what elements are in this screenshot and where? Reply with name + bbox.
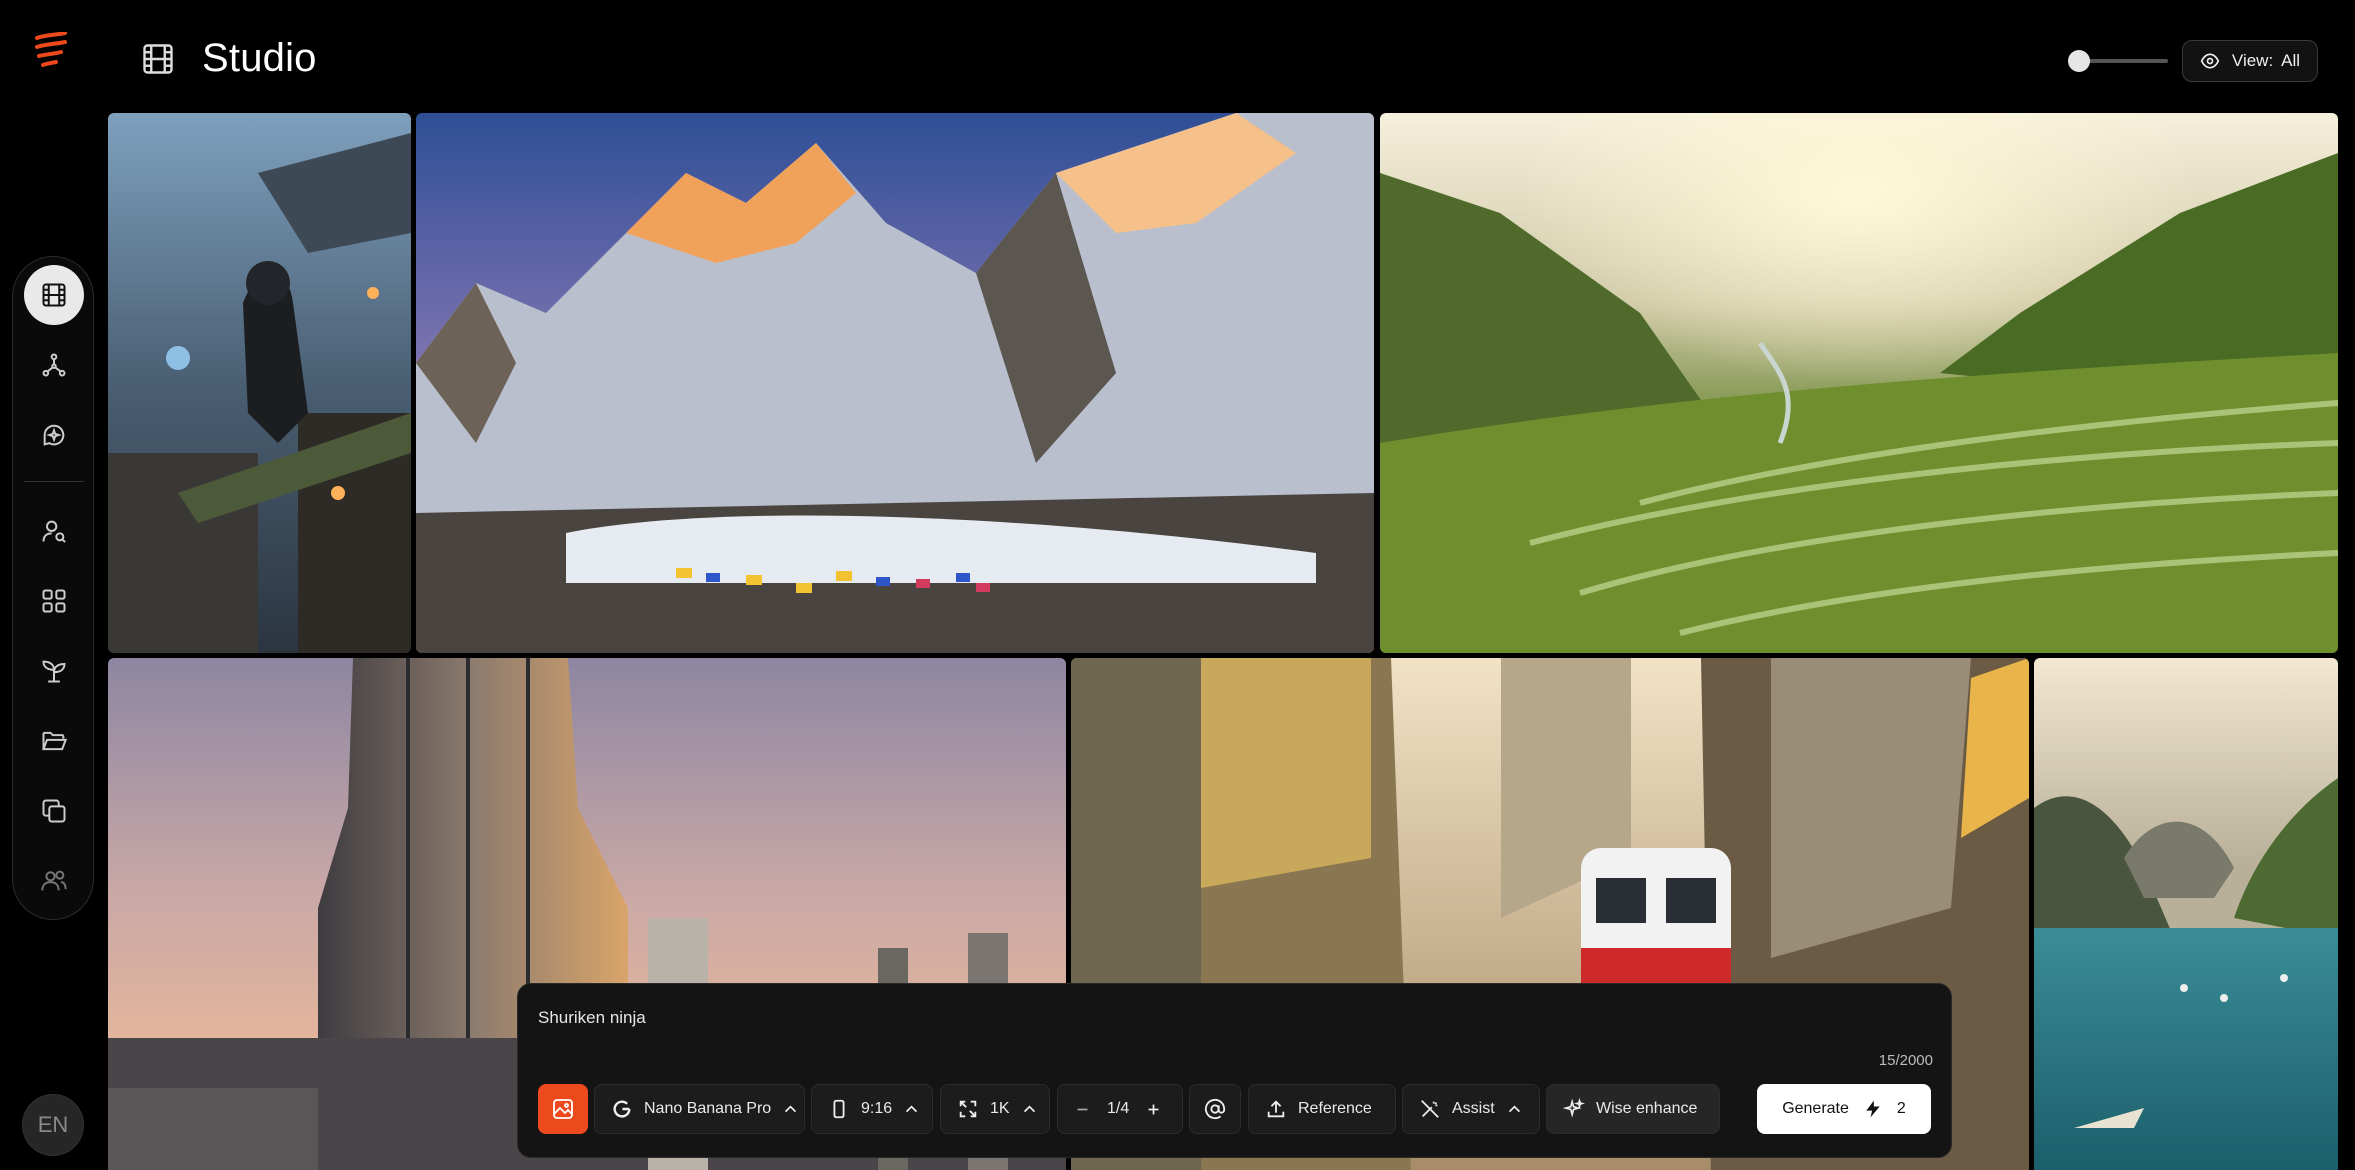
model-selector[interactable]: Nano Banana Pro — [594, 1084, 805, 1134]
film-icon — [143, 43, 173, 74]
mention-button[interactable] — [1189, 1084, 1241, 1134]
image-count-stepper: 1/4 — [1057, 1084, 1183, 1134]
composer-toolbar: Nano Banana Pro 9:16 1K 1/4 Reference As… — [538, 1084, 1931, 1134]
chevron-up-icon — [1508, 1104, 1520, 1112]
upload-icon — [1267, 1100, 1285, 1118]
page-title: Studio — [202, 36, 317, 80]
chevron-up-icon — [906, 1104, 918, 1112]
sidebar-item-people-search[interactable] — [24, 501, 84, 561]
sidebar-divider — [24, 481, 84, 482]
chevron-up-icon — [785, 1104, 797, 1112]
workflow-icon — [42, 353, 66, 377]
view-filter-button[interactable]: View: All — [2182, 40, 2318, 82]
chevron-up-icon — [1023, 1104, 1035, 1112]
reference-button[interactable]: Reference — [1248, 1084, 1396, 1134]
zoom-slider[interactable] — [2068, 50, 2168, 72]
sidebar-item-team[interactable] — [24, 851, 84, 911]
wise-enhance-label: Wise enhance — [1596, 1100, 1698, 1117]
page-header: Studio — [140, 36, 317, 81]
generate-button[interactable]: Generate 2 — [1757, 1084, 1931, 1134]
folder-open-icon — [42, 731, 68, 751]
sidebar-item-apps[interactable] — [24, 571, 84, 631]
zoom-slider-thumb[interactable] — [2068, 50, 2090, 72]
lightning-icon — [1866, 1100, 1880, 1118]
eye-icon — [2200, 53, 2220, 69]
at-sign-icon — [1204, 1098, 1226, 1120]
copy-layers-icon — [42, 799, 66, 823]
aspect-ratio-selector[interactable]: 9:16 — [811, 1084, 933, 1134]
sidebar-item-folders[interactable] — [24, 711, 84, 771]
sidebar — [12, 256, 94, 920]
image-upload-button[interactable] — [538, 1084, 588, 1134]
resolution-label: 1K — [990, 1100, 1010, 1117]
lagoon-image — [2034, 658, 2338, 1170]
users-icon — [41, 870, 67, 891]
sidebar-item-workflow[interactable] — [24, 335, 84, 395]
sprout-icon — [42, 660, 66, 683]
image-count-value: 1/4 — [1107, 1100, 1130, 1117]
resolution-selector[interactable]: 1K — [940, 1084, 1050, 1134]
sidebar-item-copies[interactable] — [24, 781, 84, 841]
phone-portrait-icon — [833, 1099, 845, 1119]
view-filter-label: View: — [2231, 51, 2274, 70]
magic-wand-off-icon — [1421, 1100, 1439, 1118]
reference-label: Reference — [1298, 1100, 1372, 1117]
expand-icon — [959, 1100, 977, 1118]
apps-grid-icon — [42, 589, 66, 613]
image-icon — [553, 1099, 573, 1119]
sidebar-item-studio[interactable] — [24, 265, 84, 325]
sidebar-item-chat[interactable] — [24, 405, 84, 465]
gallery-tile-lagoon[interactable] — [2034, 658, 2338, 1170]
zoom-slider-track[interactable] — [2078, 59, 2168, 63]
prompt-input[interactable]: Shuriken ninja — [538, 1008, 646, 1028]
model-label: Nano Banana Pro — [644, 1100, 772, 1117]
google-icon — [613, 1100, 631, 1118]
plus-icon[interactable] — [1145, 1101, 1162, 1118]
flame-logo-icon[interactable] — [34, 32, 68, 72]
gallery-tile-ninja[interactable] — [108, 113, 411, 653]
rice-terraces-image — [1380, 113, 2338, 653]
char-counter: 15/2000 — [1878, 1052, 1933, 1069]
wise-enhance-button[interactable]: Wise enhance — [1546, 1084, 1720, 1134]
credits-count: 2 — [1896, 1100, 1906, 1117]
prompt-composer: Shuriken ninja 15/2000 Nano Banana Pro 9… — [517, 983, 1952, 1158]
sidebar-item-grow[interactable] — [24, 641, 84, 701]
gallery-tile-rice-terraces[interactable] — [1380, 113, 2338, 653]
generate-label: Generate — [1782, 1100, 1849, 1117]
sparkles-icon — [1563, 1098, 1585, 1118]
chat-star-icon — [43, 424, 65, 446]
assist-label: Assist — [1452, 1100, 1495, 1117]
ninja-image — [108, 113, 411, 653]
language-button[interactable]: EN — [22, 1094, 84, 1156]
view-filter-value: All — [2281, 51, 2301, 70]
aspect-ratio-label: 9:16 — [861, 1100, 893, 1117]
gallery-tile-mountains[interactable] — [416, 113, 1374, 653]
mountains-image — [416, 113, 1374, 653]
minus-icon[interactable] — [1074, 1101, 1091, 1118]
assist-selector[interactable]: Assist — [1402, 1084, 1540, 1134]
user-search-icon — [42, 520, 66, 543]
film-icon — [42, 283, 66, 307]
